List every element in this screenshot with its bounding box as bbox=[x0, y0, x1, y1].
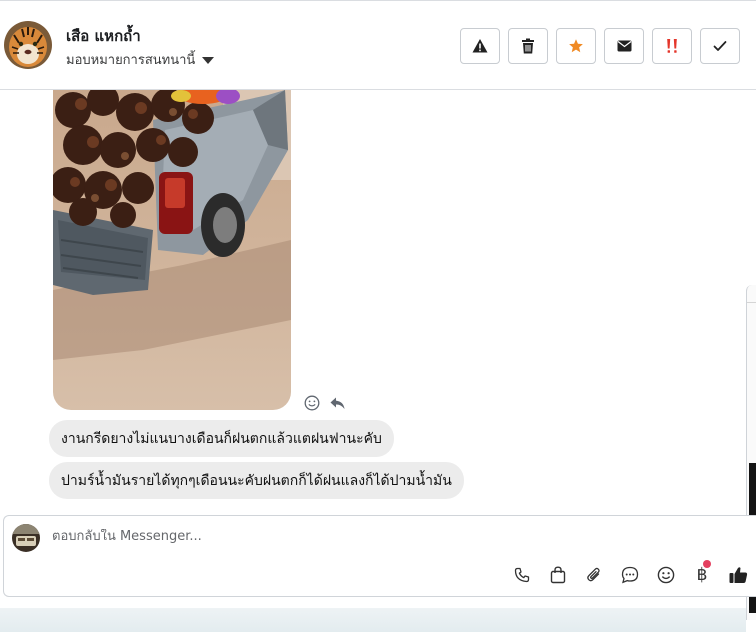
message-composer: ฿ bbox=[3, 515, 756, 597]
side-panel-header bbox=[747, 285, 756, 303]
delete-button[interactable] bbox=[508, 28, 548, 64]
message-actions bbox=[304, 395, 345, 411]
emoji-icon bbox=[657, 566, 675, 584]
like-button[interactable] bbox=[720, 562, 756, 588]
emoji-button[interactable] bbox=[648, 562, 684, 588]
reply-input[interactable] bbox=[52, 529, 572, 544]
follow-up-button[interactable] bbox=[652, 28, 692, 64]
composer-toolbar: ฿ bbox=[504, 560, 756, 588]
reply-arrow-icon[interactable] bbox=[330, 397, 345, 410]
envelope-icon bbox=[617, 40, 631, 52]
paperclip-icon bbox=[587, 567, 600, 582]
inbox-conversation: เสือ แหกถ้ำ มอบหมายการสนทนานี้ งานกรีดยา… bbox=[0, 0, 756, 632]
page-footer-bar bbox=[0, 608, 746, 632]
message-bubble[interactable]: ปามร์น้ำมันรายได้ทุกๆเดือนนะคับฝนตกก็ได้… bbox=[49, 462, 464, 499]
notification-dot bbox=[703, 560, 711, 568]
message-photo[interactable] bbox=[53, 90, 291, 410]
contact-name[interactable]: เสือ แหกถ้ำ bbox=[66, 24, 141, 48]
mark-unread-button[interactable] bbox=[604, 28, 644, 64]
shopping-bag-icon bbox=[550, 566, 566, 584]
conversation-header: เสือ แหกถ้ำ มอบหมายการสนทนานี้ bbox=[0, 0, 756, 90]
saved-reply-button[interactable] bbox=[612, 562, 648, 588]
phone-button[interactable] bbox=[504, 562, 540, 588]
check-icon bbox=[713, 41, 727, 51]
trash-icon bbox=[522, 38, 534, 54]
assign-label: มอบหมายการสนทนานี้ bbox=[66, 53, 196, 68]
report-spam-button[interactable] bbox=[460, 28, 500, 64]
star-icon bbox=[569, 39, 583, 53]
mark-done-button[interactable] bbox=[700, 28, 740, 64]
baht-icon: ฿ bbox=[696, 564, 708, 585]
message-thread: งานกรีดยางไม่แนบางเดือนก็ฝนตกแล้วแตฝนฟาน… bbox=[0, 90, 756, 510]
saved-reply-icon bbox=[621, 566, 639, 584]
exclamation-icon bbox=[667, 39, 677, 53]
thumbs-up-icon bbox=[729, 567, 747, 583]
phone-icon bbox=[514, 567, 530, 583]
contact-avatar[interactable] bbox=[4, 21, 52, 69]
warning-icon bbox=[472, 39, 488, 53]
smiley-react-icon[interactable] bbox=[304, 395, 320, 411]
star-button[interactable] bbox=[556, 28, 596, 64]
shop-button[interactable] bbox=[540, 562, 576, 588]
header-action-bar bbox=[460, 28, 748, 64]
chevron-down-icon bbox=[202, 56, 215, 64]
payment-button[interactable]: ฿ bbox=[684, 560, 720, 588]
page-avatar bbox=[12, 524, 40, 552]
message-bubble[interactable]: งานกรีดยางไม่แนบางเดือนก็ฝนตกแล้วแตฝนฟาน… bbox=[49, 420, 394, 457]
attach-button[interactable] bbox=[576, 562, 612, 588]
assign-conversation-dropdown[interactable]: มอบหมายการสนทนานี้ bbox=[66, 49, 215, 70]
